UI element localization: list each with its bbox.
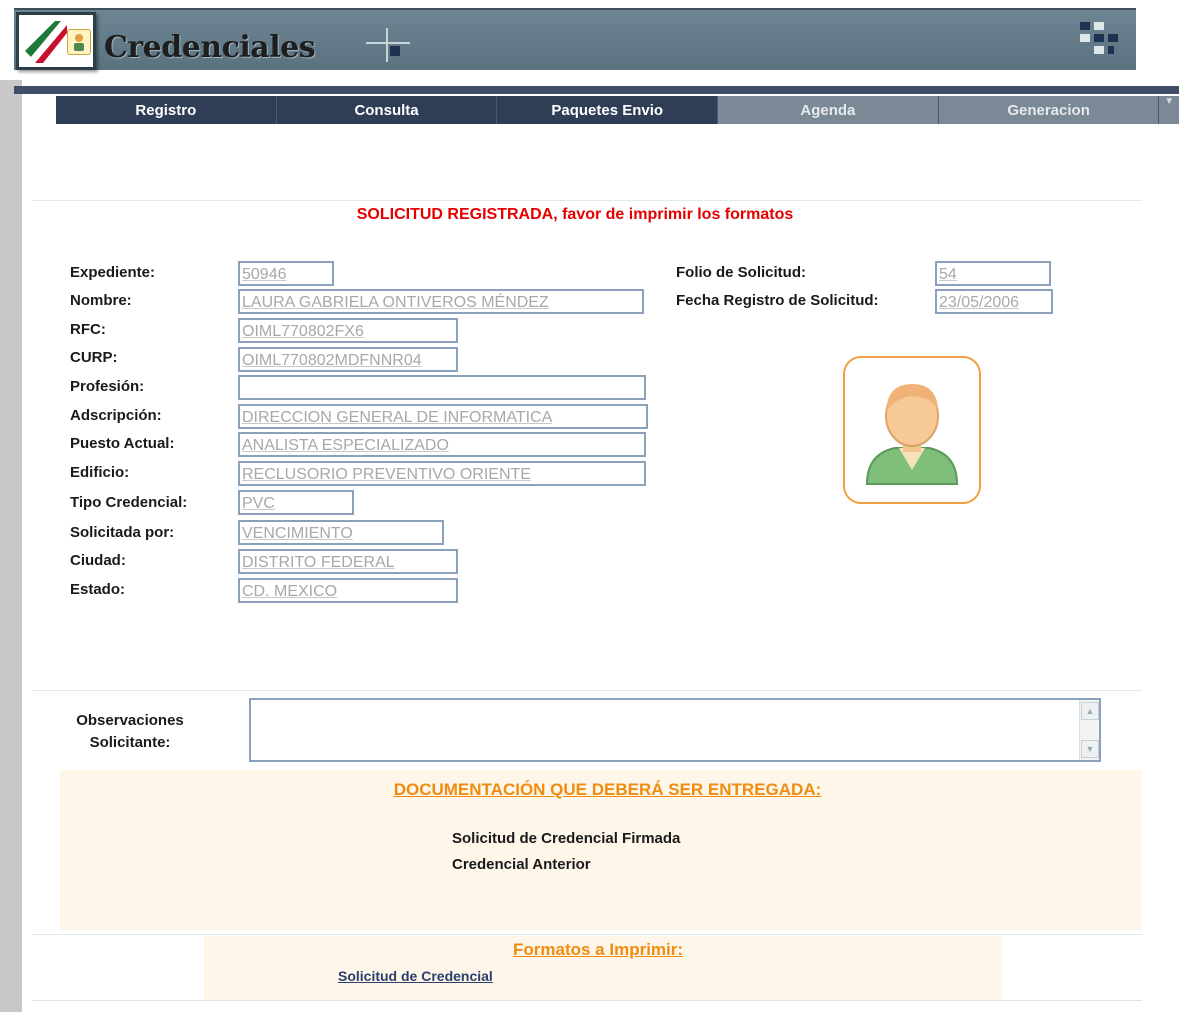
documentacion-item: Solicitud de Credencial Firmada [452, 830, 681, 847]
divider [32, 690, 1142, 691]
divider [32, 200, 1142, 201]
edificio-field[interactable]: RECLUSORIO PREVENTIVO ORIENTE [238, 461, 646, 486]
documentacion-title: DOCUMENTACIÓN QUE DEBERÁ SER ENTREGADA: [393, 780, 822, 799]
expediente-field[interactable]: 50946 [238, 261, 334, 286]
tabbar-top-border [14, 86, 1179, 94]
observaciones-textarea[interactable]: ▲ ▼ [249, 698, 1101, 762]
nombre-label: Nombre: [70, 292, 132, 309]
folio-field[interactable]: 54 [935, 261, 1051, 286]
grid-decor-icon [1080, 22, 1118, 54]
app-logo [16, 12, 96, 70]
nombre-field[interactable]: LAURA GABRIELA ONTIVEROS MÉNDEZ [238, 289, 644, 314]
curp-field[interactable]: OIML770802MDFNNR04 [238, 347, 458, 372]
profesion-label: Profesión: [70, 378, 145, 395]
tab-agenda[interactable]: Agenda [718, 96, 939, 124]
person-icon [67, 29, 91, 55]
divider [32, 1000, 1142, 1001]
formatos-title: Formatos a Imprimir: [513, 940, 684, 959]
scroll-up-icon[interactable]: ▲ [1081, 702, 1099, 720]
app-title: Credenciales [104, 30, 316, 65]
puesto-label: Puesto Actual: [70, 435, 175, 452]
estado-label: Estado: [70, 581, 126, 598]
documentacion-item: Credencial Anterior [452, 856, 591, 873]
fecha-registro-label: Fecha Registro de Solicitud: [676, 292, 879, 309]
fecha-registro-field[interactable]: 23/05/2006 [935, 289, 1053, 314]
divider [32, 934, 1142, 935]
rfc-label: RFC: [70, 321, 106, 338]
ciudad-field[interactable]: DISTRITO FEDERAL [238, 549, 458, 574]
tab-paquetes-envio[interactable]: Paquetes Envio [497, 96, 719, 124]
rfc-field[interactable]: OIML770802FX6 [238, 318, 458, 343]
adscripcion-label: Adscripción: [70, 407, 162, 424]
tab-generacion[interactable]: Generacion [938, 96, 1160, 124]
solicitud-credencial-link[interactable]: Solicitud de Credencial [338, 968, 493, 984]
mexico-flag-logo-icon [25, 21, 67, 63]
observaciones-label-line1: Observaciones [76, 712, 184, 729]
expediente-label: Expediente: [70, 264, 156, 281]
edificio-label: Edificio: [70, 464, 130, 481]
adscripcion-field[interactable]: DIRECCION GENERAL DE INFORMATICA [238, 404, 648, 429]
estado-field[interactable]: CD. MEXICO [238, 578, 458, 603]
tipo-credencial-label: Tipo Credencial: [70, 494, 188, 511]
user-avatar-icon [865, 384, 959, 485]
solicitada-label: Solicitada por: [70, 524, 175, 541]
user-photo [843, 356, 981, 504]
curp-label: CURP: [70, 349, 118, 366]
ciudad-label: Ciudad: [70, 552, 126, 569]
tab-scroll-arrow-icon[interactable]: ▼ [1159, 96, 1179, 124]
puesto-field[interactable]: ANALISTA ESPECIALIZADO [238, 432, 646, 457]
scroll-down-icon[interactable]: ▼ [1081, 740, 1099, 758]
observaciones-scrollbar[interactable]: ▲ ▼ [1079, 700, 1099, 760]
main-tabbar: Registro Consulta Paquetes Envio Agenda … [56, 96, 1179, 124]
tab-registro[interactable]: Registro [56, 96, 277, 124]
profesion-field[interactable] [238, 375, 646, 400]
observaciones-label: Observaciones Solicitante: [62, 710, 198, 754]
tab-consulta[interactable]: Consulta [277, 96, 498, 124]
observaciones-label-line2: Solicitante: [89, 734, 171, 751]
tipo-credencial-field[interactable]: PVC [238, 490, 354, 515]
crosshair-decor-icon [366, 28, 410, 62]
solicitada-field[interactable]: VENCIMIENTO [238, 520, 444, 545]
success-message: SOLICITUD REGISTRADA, favor de imprimir … [356, 206, 794, 223]
folio-label: Folio de Solicitud: [676, 264, 806, 281]
